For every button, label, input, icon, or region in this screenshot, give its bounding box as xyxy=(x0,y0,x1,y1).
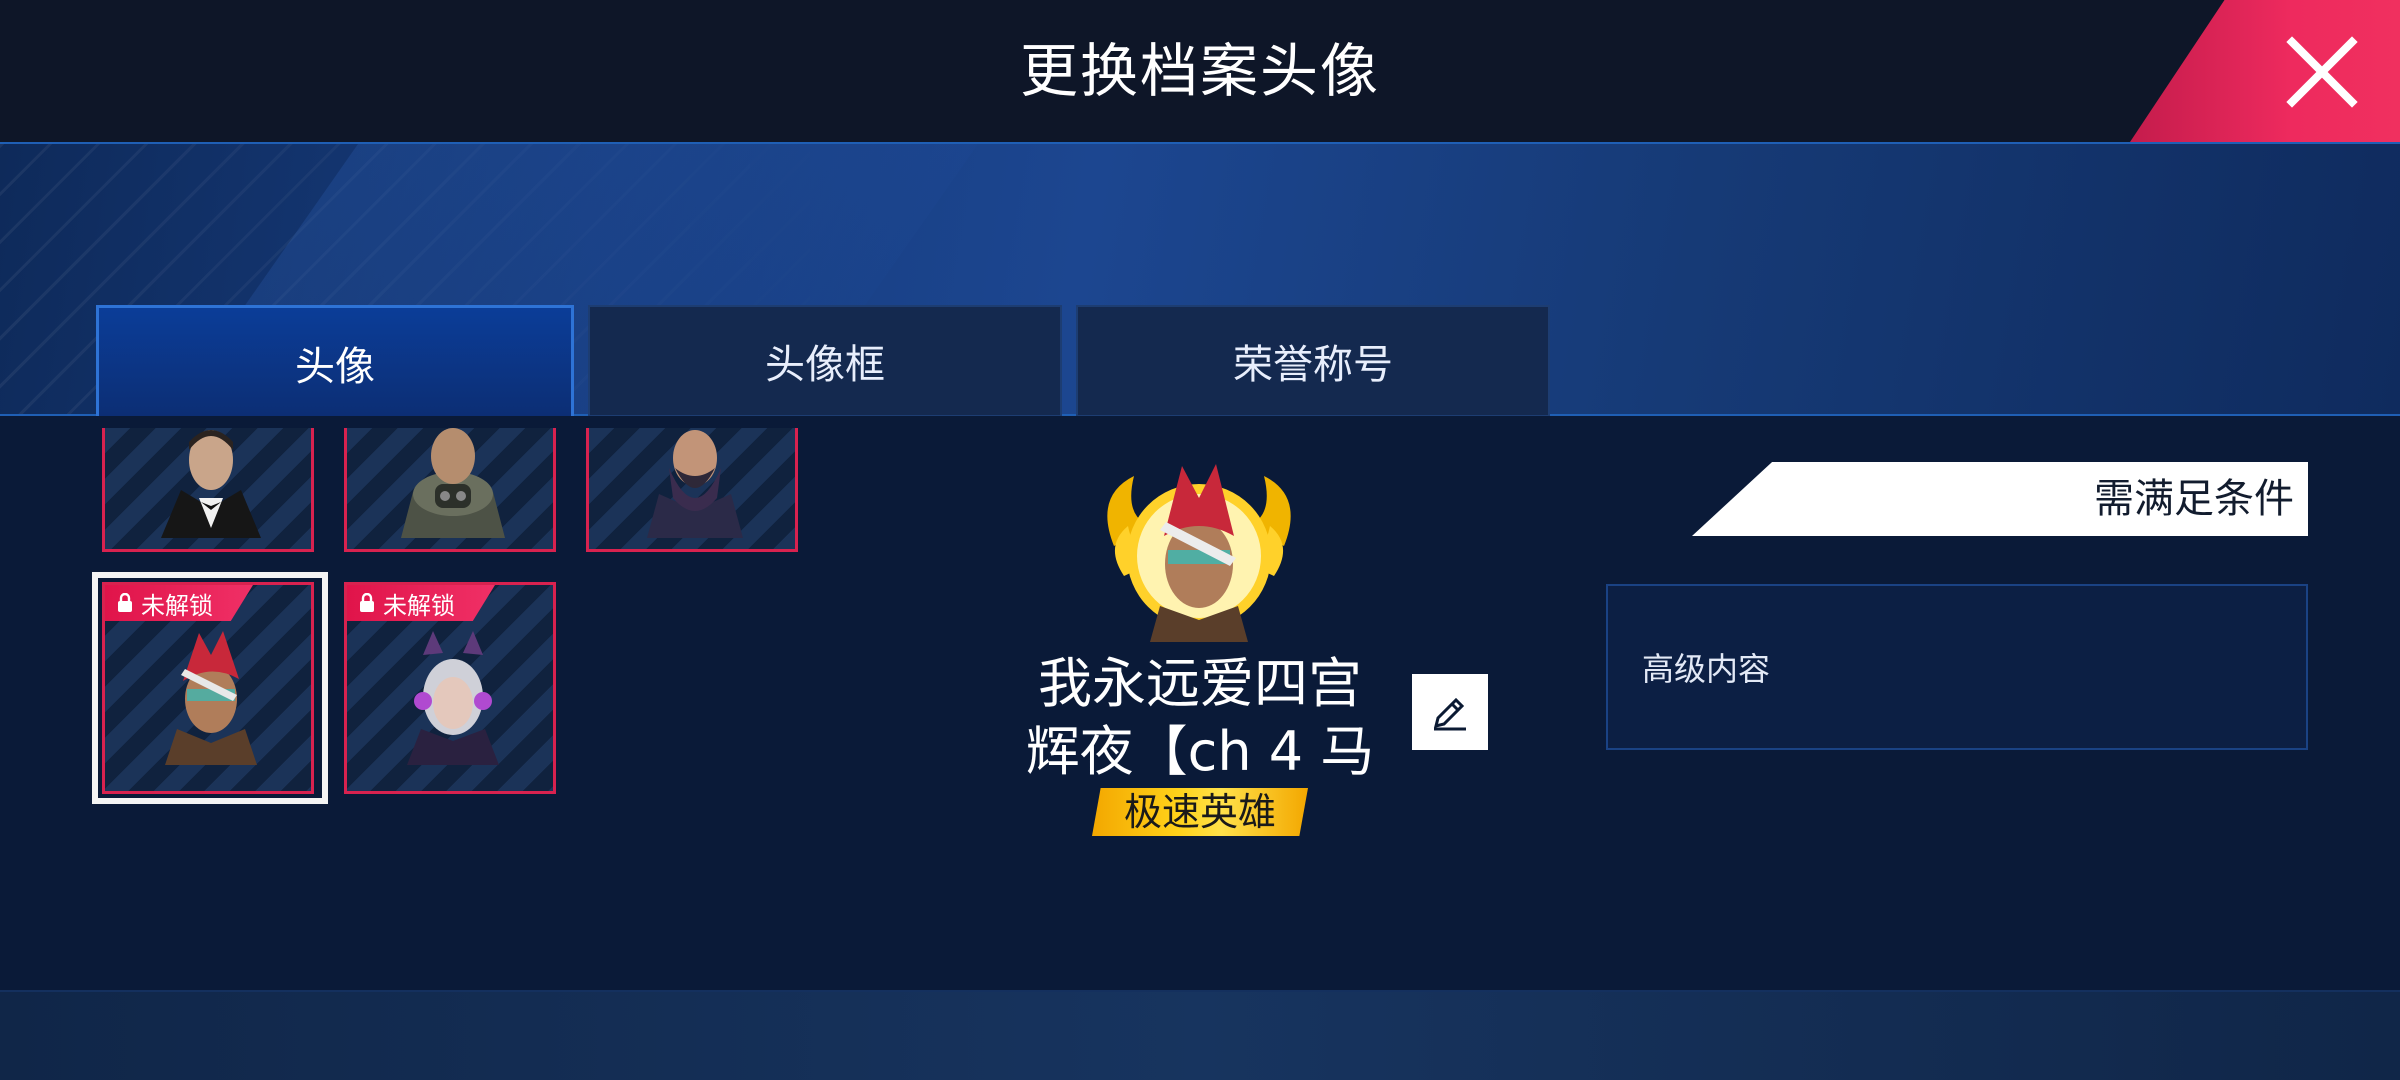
tab-honor-title[interactable]: 荣誉称号 xyxy=(1076,305,1550,417)
requirement-box: 高级内容 xyxy=(1606,584,2308,750)
avatar-tile-warrior[interactable]: 未解锁 xyxy=(102,582,314,794)
avatar-tile-cat-ear[interactable]: 未解锁 xyxy=(344,582,556,794)
page-title: 更换档案头像 xyxy=(1019,37,1380,105)
bottom-strip xyxy=(0,990,2400,1080)
change-avatar-screen: 更换档案头像 头像 头像框 荣誉称号 未解锁 未解锁 我永远爱四宫 辉夜【ch … xyxy=(0,0,2400,1080)
lock-icon xyxy=(360,593,374,612)
requirement-tag: 需满足条件 xyxy=(1692,462,2308,536)
bearded-character-icon xyxy=(647,430,743,538)
locked-badge: 未解锁 xyxy=(105,585,253,621)
avatar-tile-bearded[interactable] xyxy=(586,428,798,552)
header-bar: 更换档案头像 xyxy=(0,0,2400,142)
armored-character-icon xyxy=(401,428,505,538)
honor-title-badge: 极速英雄 xyxy=(1092,788,1308,836)
lock-icon xyxy=(118,593,132,612)
avatar-tile-armored[interactable] xyxy=(344,428,556,552)
warrior-character-icon xyxy=(165,631,257,765)
player-name: 我永远爱四宫 辉夜【ch 4 马 xyxy=(990,650,1410,786)
tab-bar: 头像 头像框 荣誉称号 xyxy=(96,305,1550,417)
locked-badge: 未解锁 xyxy=(347,585,495,621)
edit-name-button[interactable] xyxy=(1412,674,1488,750)
tuxedo-character-icon xyxy=(161,430,261,538)
cat-ear-character-icon xyxy=(407,631,499,765)
avatar-tile-tuxedo[interactable] xyxy=(102,428,314,552)
profile-avatar xyxy=(1107,464,1291,642)
player-name-line2: 辉夜【ch 4 马 xyxy=(1025,720,1375,783)
tab-avatar[interactable]: 头像 xyxy=(96,305,574,417)
lock-label: 未解锁 xyxy=(383,591,455,620)
tab-avatar-frame[interactable]: 头像框 xyxy=(588,305,1062,417)
requirement-text: 高级内容 xyxy=(1642,650,1771,688)
player-name-line1: 我永远爱四宫 xyxy=(1038,652,1362,715)
lock-label: 未解锁 xyxy=(141,591,213,620)
pencil-icon[interactable] xyxy=(1430,692,1470,732)
close-icon[interactable] xyxy=(2284,34,2360,110)
